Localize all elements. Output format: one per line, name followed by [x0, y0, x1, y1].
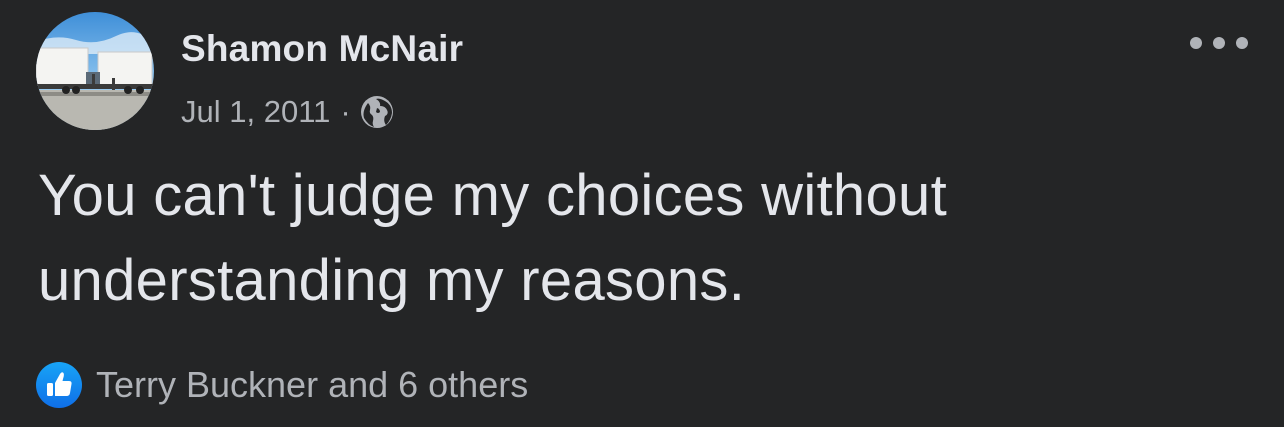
- ellipsis-icon: [1236, 37, 1248, 49]
- avatar-photo: [36, 12, 154, 130]
- like-icon: [36, 362, 82, 408]
- reactions-summary[interactable]: Terry Buckner and 6 others: [36, 362, 528, 408]
- post-date[interactable]: Jul 1, 2011: [181, 94, 330, 130]
- more-options-button[interactable]: [1190, 26, 1248, 60]
- post-meta: Jul 1, 2011 ·: [181, 92, 395, 132]
- post-text: You can't judge my choices without under…: [38, 163, 948, 313]
- ellipsis-icon: [1190, 37, 1202, 49]
- author-name[interactable]: Shamon McNair: [181, 28, 463, 70]
- author-avatar[interactable]: [36, 12, 154, 130]
- meta-separator: ·: [340, 94, 351, 129]
- reactions-summary-text: Terry Buckner and 6 others: [96, 364, 529, 405]
- globe-icon[interactable]: [359, 94, 395, 130]
- ellipsis-icon: [1213, 37, 1225, 49]
- post-card: Shamon McNair Jul 1, 2011 · You can't ju…: [0, 0, 1284, 427]
